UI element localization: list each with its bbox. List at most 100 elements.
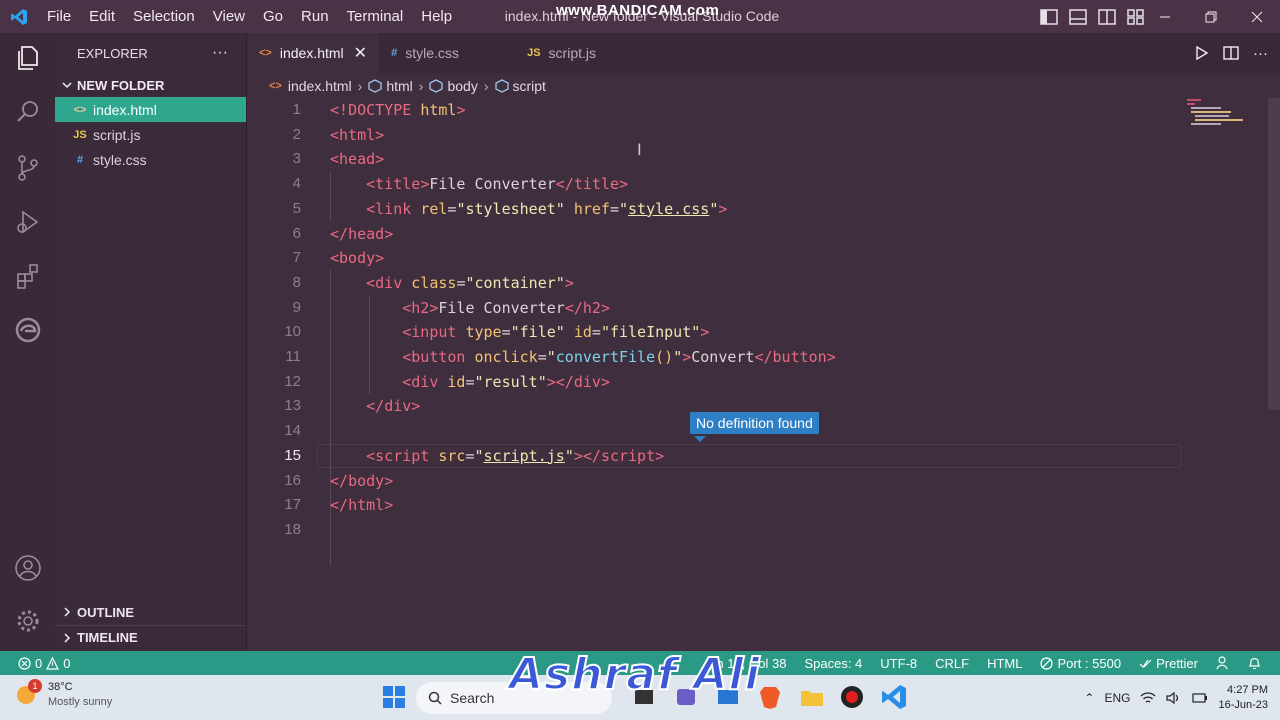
minimap[interactable] [1187,98,1247,128]
volume-icon[interactable] [1166,691,1182,705]
code-token: " [546,348,556,366]
file-item[interactable]: <> index.html [55,97,246,122]
problems-indicator[interactable]: 0 0 [0,656,70,671]
breadcrumb-item-html[interactable]: html [368,77,413,94]
folder-section-header[interactable]: NEW FOLDER [55,73,246,97]
explorer-icon[interactable] [13,43,43,73]
line-number: 14 [284,422,301,440]
menu-file[interactable]: File [38,0,80,33]
file-item[interactable]: # style.css [55,147,246,172]
code-token: > [375,249,385,268]
window-controls [1142,0,1280,33]
tab-index-html[interactable]: <> index.html ✕ [247,33,380,73]
code-token: > [826,348,836,366]
explorer-title: EXPLORER [77,45,148,61]
error-count: 0 [35,655,43,671]
breadcrumb-label: html [386,77,413,94]
sun-icon: 1 [14,679,42,708]
code-line: </div> [330,394,420,419]
menu-run[interactable]: Run [292,0,338,33]
file-type-icon: # [76,153,84,166]
settings-gear-icon[interactable] [13,606,43,636]
code-token: > [411,397,421,416]
accounts-icon[interactable] [13,553,43,583]
breadcrumb-item-file[interactable]: <> index.html [269,78,352,94]
file-type-icon: <> [73,103,87,116]
extensions-icon[interactable] [13,261,43,291]
edge-browser-icon[interactable] [13,315,43,345]
code-token: > [564,273,574,292]
restore-button[interactable] [1188,0,1234,33]
breadcrumb-label: index.html [287,77,352,94]
weather-widget[interactable]: 1 38°C Mostly sunny [14,679,112,710]
layout-controls [1040,0,1145,33]
tab-script-js[interactable]: JS script.js [515,33,635,73]
bandicam-record-icon[interactable] [838,683,866,711]
source-control-icon[interactable] [13,153,43,183]
menu-help[interactable]: Help [412,0,461,33]
code-token: "result" [474,372,547,391]
end-of-line[interactable]: CRLF [926,656,978,671]
encoding[interactable]: UTF-8 [871,656,926,671]
close-tab-icon[interactable]: ✕ [354,43,367,63]
split-editor-icon[interactable] [1223,46,1239,60]
start-windows-icon[interactable] [380,683,408,711]
toggle-primary-sidebar-icon[interactable] [1040,8,1058,25]
live-server-port[interactable]: Port : 5500 [1031,656,1130,671]
breadcrumb-item-body[interactable]: body [429,78,478,94]
code-token: h2 [582,298,601,317]
code-token: " [564,446,574,465]
code-token: = [537,348,547,366]
code-token: convertFile [555,348,656,366]
code-editor[interactable]: 1 <!DOCTYPE html> 2 <html> 3 <head> 4 <title>F… [247,98,1280,651]
accounts-status[interactable] [1207,656,1239,670]
minimize-button[interactable] [1142,0,1188,33]
close-window-button[interactable] [1234,0,1280,33]
code-token: = [591,323,601,342]
toggle-panel-icon[interactable] [1069,8,1087,25]
timeline-section-header[interactable]: TIMELINE [55,625,246,649]
taskbar-clock[interactable]: 4:27 PM 16-Jun-23 [1218,683,1268,713]
menu-go[interactable]: Go [254,0,292,33]
run-play-icon[interactable] [1195,46,1209,60]
file-item[interactable]: JS script.js [55,122,246,147]
file-name: script.js [93,126,141,143]
menu-terminal[interactable]: Terminal [338,0,413,33]
tray-chevron-up-icon[interactable]: ⌃ [1084,691,1094,705]
code-line: <script src="script.js"></script> [330,444,664,469]
input-language[interactable]: ENG [1104,691,1130,705]
tab-file-icon: JS [527,47,541,59]
run-debug-icon[interactable] [13,207,43,237]
timeline-label: TIMELINE [77,630,138,645]
breadcrumb-item-script[interactable]: script [494,78,546,94]
indentation[interactable]: Spaces: 4 [795,656,871,671]
menu-view[interactable]: View [204,0,254,33]
language-mode[interactable]: HTML [978,656,1031,671]
prettier-status[interactable]: Prettier [1130,656,1207,671]
clock-time: 4:27 PM [1227,683,1268,696]
editor-scrollbar[interactable] [1268,98,1280,410]
search-icon[interactable] [13,97,43,127]
code-token: ></ [546,372,574,391]
more-actions-icon[interactable]: ··· [212,44,228,62]
menu-selection[interactable]: Selection [124,0,204,33]
code-token: </ [330,471,349,490]
file-explorer-icon[interactable] [798,683,826,711]
explorer-sidebar: EXPLORER ··· NEW FOLDER <> index.html JS sc… [55,33,247,651]
code-token: "file" [510,323,565,342]
vscode-taskbar-icon[interactable] [880,683,908,711]
code-line: <!DOCTYPE html> [330,98,465,123]
restore-icon [1205,11,1217,22]
more-editor-actions-icon[interactable]: ··· [1253,45,1268,62]
battery-icon[interactable] [1192,691,1208,705]
breadcrumb: <> index.html › html › body › script [247,73,1280,98]
outline-section-header[interactable]: OUTLINE [55,600,246,624]
toggle-secondary-sidebar-icon[interactable] [1098,8,1116,25]
notifications-status[interactable] [1239,656,1270,670]
menu-edit[interactable]: Edit [80,0,124,33]
wifi-icon[interactable] [1140,691,1156,705]
tab-style-css[interactable]: # style.css [379,33,515,73]
